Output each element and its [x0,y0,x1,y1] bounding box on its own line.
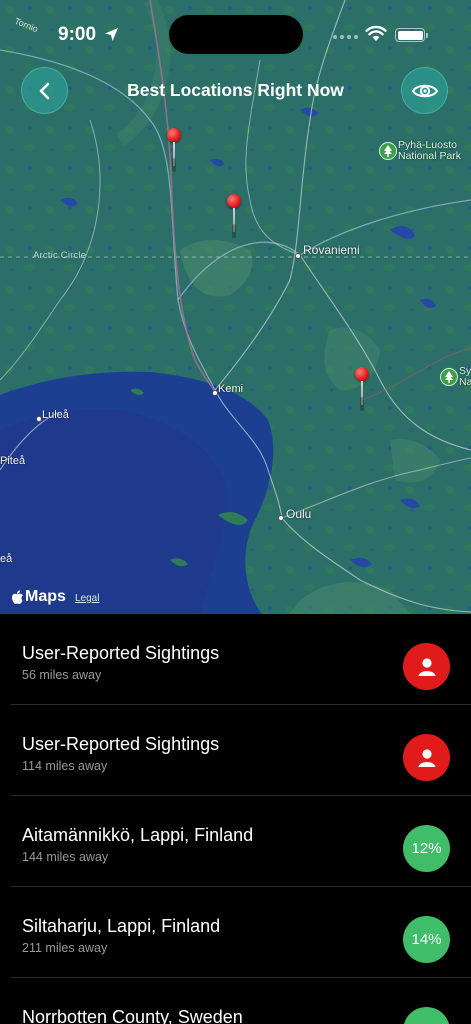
park-label-partial: Sy Na [459,365,471,388]
location-title: User-Reported Sightings [22,643,220,663]
user-sighting-badge [403,734,450,781]
legal-link[interactable]: Legal [75,593,99,604]
map-pin-user-sighting[interactable] [227,194,241,238]
map-pin-location[interactable] [355,367,369,411]
user-sighting-badge [403,643,450,690]
location-distance: 114 miles away [22,759,108,773]
list-item[interactable]: Siltaharju, Lappi, Finland 211 miles away… [0,887,471,978]
probability-value: 14% [411,931,442,948]
eye-icon [411,84,438,97]
probability-badge: 10% [403,1007,450,1024]
place-label-partial: eå [0,553,13,565]
place-label-oulu[interactable]: Oulu [286,507,311,521]
location-title: Siltaharju, Lappi, Finland [22,916,221,936]
maps-brand-label: Maps [25,588,66,605]
place-label-rovaniemi[interactable]: Rovaniemi [303,243,360,257]
location-distance: 211 miles away [22,941,108,955]
arctic-circle-label: Arctic Circle [33,250,87,261]
tree-icon [379,142,397,160]
cellular-signal-icon [333,35,358,39]
battery-icon [395,28,428,42]
list-item[interactable]: User-Reported Sightings 114 miles away [0,705,471,796]
status-bar: 9:00 [0,0,471,60]
location-distance: 144 miles away [22,850,109,864]
location-title: Norrbotten County, Sweden [22,1007,243,1024]
apple-logo-icon [12,589,23,604]
list-item[interactable]: Norrbotten County, Sweden 10% [0,978,471,1024]
probability-badge: 14% [403,916,450,963]
person-icon [418,748,435,767]
location-arrow-icon [105,28,118,41]
place-label-lulea[interactable]: Luleå [42,409,69,421]
map-view[interactable]: Tornio Arctic Circle Rovaniemi Kemi Lule… [0,0,471,614]
list-item[interactable]: User-Reported Sightings 56 miles away [0,614,471,705]
place-label-kemi[interactable]: Kemi [218,383,243,395]
place-dot-oulu [278,515,284,521]
location-title: Aitamännikkö, Lappi, Finland [22,825,254,845]
location-distance: 56 miles away [22,668,102,682]
visibility-toggle-button[interactable] [401,67,448,114]
maps-attribution: Maps [11,588,66,606]
probability-value: 12% [411,840,442,857]
wifi-icon [365,25,387,41]
place-dot-rovaniemi [295,253,301,259]
locations-list: User-Reported Sightings 56 miles away User… [0,614,471,1024]
person-icon [418,657,435,676]
place-label-pitea[interactable]: Piteå [0,455,25,467]
dynamic-island [169,15,303,54]
location-title: User-Reported Sightings [22,734,220,754]
tree-icon [440,368,458,386]
park-label-pyha-luosto[interactable]: Pyhä-Luosto National Park [398,140,461,162]
status-time: 9:00 [58,24,97,45]
list-item[interactable]: Aitamännikkö, Lappi, Finland 144 miles aw… [0,796,471,887]
map-pin-user-sighting[interactable] [167,128,181,172]
probability-badge: 12% [403,825,450,872]
